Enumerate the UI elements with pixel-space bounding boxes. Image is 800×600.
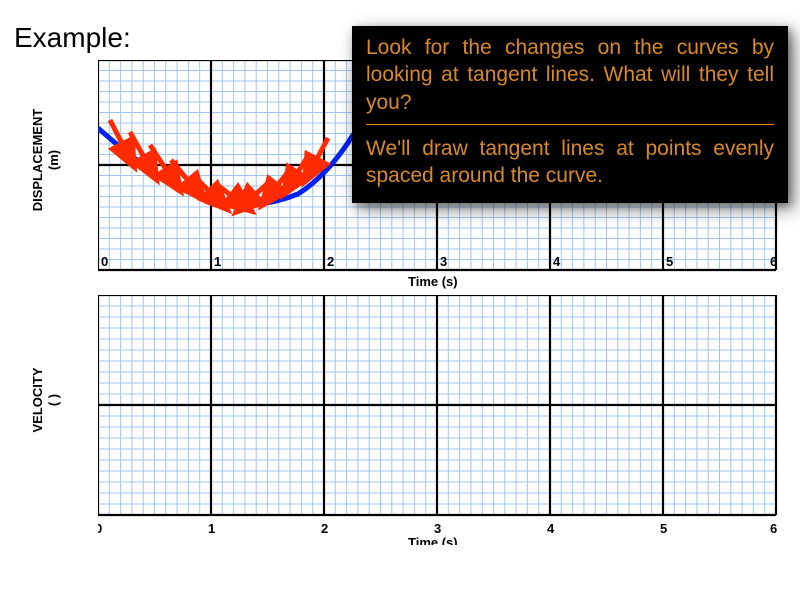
- x-tick: 2: [321, 521, 328, 536]
- y-axis-label: DISPLACEMENT: [30, 85, 45, 235]
- x-tick: 4: [547, 521, 555, 536]
- velocity-plot: 0 0 1 2 3 4 5 6 Time (s): [98, 295, 783, 545]
- y-axis-label: VELOCITY: [30, 325, 45, 475]
- x-tick: 0: [101, 254, 108, 269]
- x-tick: 1: [214, 254, 221, 269]
- x-tick: 2: [327, 254, 334, 269]
- y-axis-unit: ( ): [46, 350, 61, 450]
- x-tick: 3: [440, 254, 447, 269]
- x-tick: 1: [208, 521, 215, 536]
- x-tick: 6: [770, 521, 777, 536]
- annotation-box: Look for the changes on the curves by lo…: [352, 26, 788, 203]
- slide-title: Example:: [14, 22, 131, 54]
- x-tick: 6: [770, 254, 777, 269]
- y-axis-unit: (m): [46, 110, 61, 210]
- x-tick: 3: [434, 521, 441, 536]
- annotation-divider: [366, 124, 774, 125]
- annotation-line-1: Look for the changes on the curves by lo…: [366, 34, 774, 116]
- annotation-line-2: We'll draw tangent lines at points evenl…: [366, 135, 774, 190]
- velocity-chart: VELOCITY ( ): [98, 295, 783, 515]
- x-tick: 5: [660, 521, 667, 536]
- x-tick: 4: [553, 254, 561, 269]
- x-tick: 5: [666, 254, 673, 269]
- x-tick: 0: [98, 521, 102, 536]
- x-axis-label: Time (s): [408, 535, 458, 545]
- x-axis-label: Time (s): [408, 274, 458, 289]
